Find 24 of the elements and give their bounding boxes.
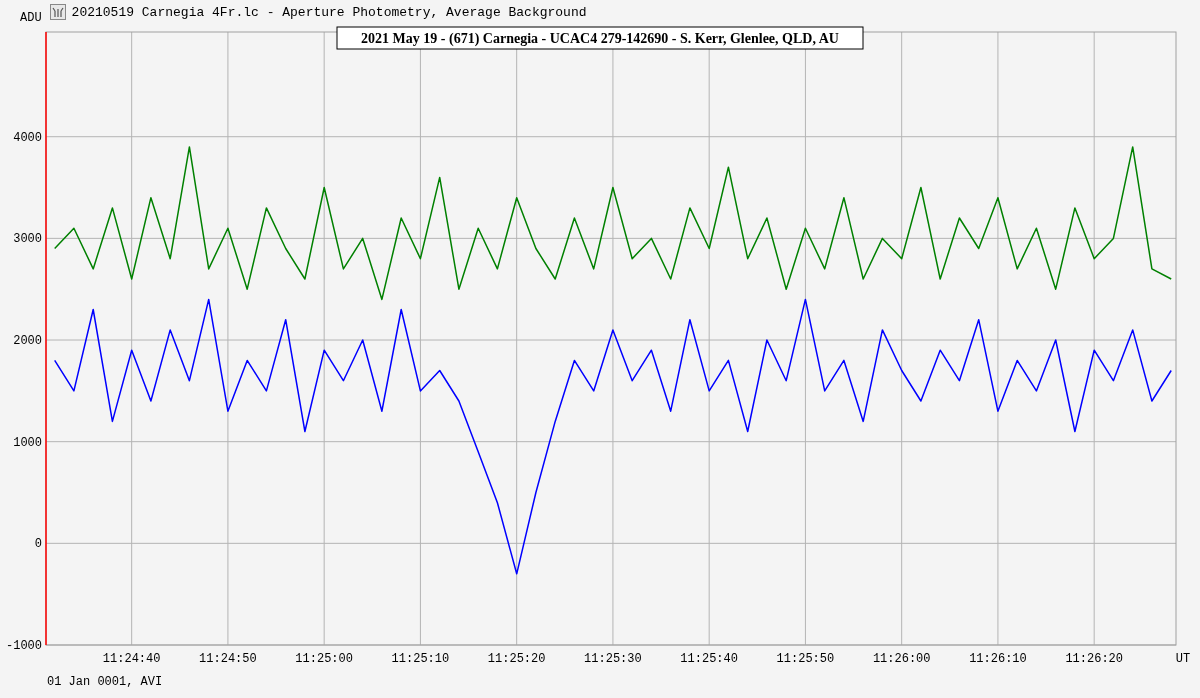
x-tick-label: 11:25:30: [584, 652, 642, 666]
chart-title: 2021 May 19 - (671) Carnegia - UCAC4 279-142690 - S. Kerr, Glenlee, QLD, AU: [361, 31, 839, 47]
y-tick-label: 0: [34, 537, 42, 552]
x-tick-label: 11:26:20: [1065, 652, 1123, 666]
x-tick-label: 11:25:40: [680, 652, 738, 666]
x-axis-label: UT: [1175, 652, 1191, 666]
x-tick-label: 11:26:10: [969, 652, 1027, 666]
chart-title: 2021 May 19 - (671) Carnegia - UCAC4 279-142690 - S. Kerr, Glenlee, QLD, AU: [336, 26, 864, 50]
window-title: 20210519 Carnegia 4Fr.lc - Aperture Photometry, Average Background: [71, 5, 587, 19]
y-tick-label: -1000: [6, 639, 42, 653]
app-icon[interactable]: [49, 4, 66, 20]
x-tick-label: 11:24:50: [199, 652, 257, 666]
y-axis-label: ADU: [20, 12, 42, 24]
y-tick-label: 4000: [13, 130, 42, 145]
x-tick-label: 11:25:10: [391, 652, 450, 666]
x-tick-label: 11:24:40: [102, 652, 161, 666]
y-tick-label: 1000: [13, 435, 42, 450]
x-tick-label: 11:26:00: [872, 652, 931, 666]
y-tick-label: 3000: [13, 232, 42, 247]
date-footer: 01 Jan 0001, AVI: [47, 676, 1200, 688]
x-tick-label: 11:25:50: [776, 652, 835, 666]
x-tick-label: 11:25:00: [295, 652, 353, 666]
x-tick-label: 11:25:20: [487, 652, 546, 666]
y-tick-label: 2000: [13, 334, 42, 348]
